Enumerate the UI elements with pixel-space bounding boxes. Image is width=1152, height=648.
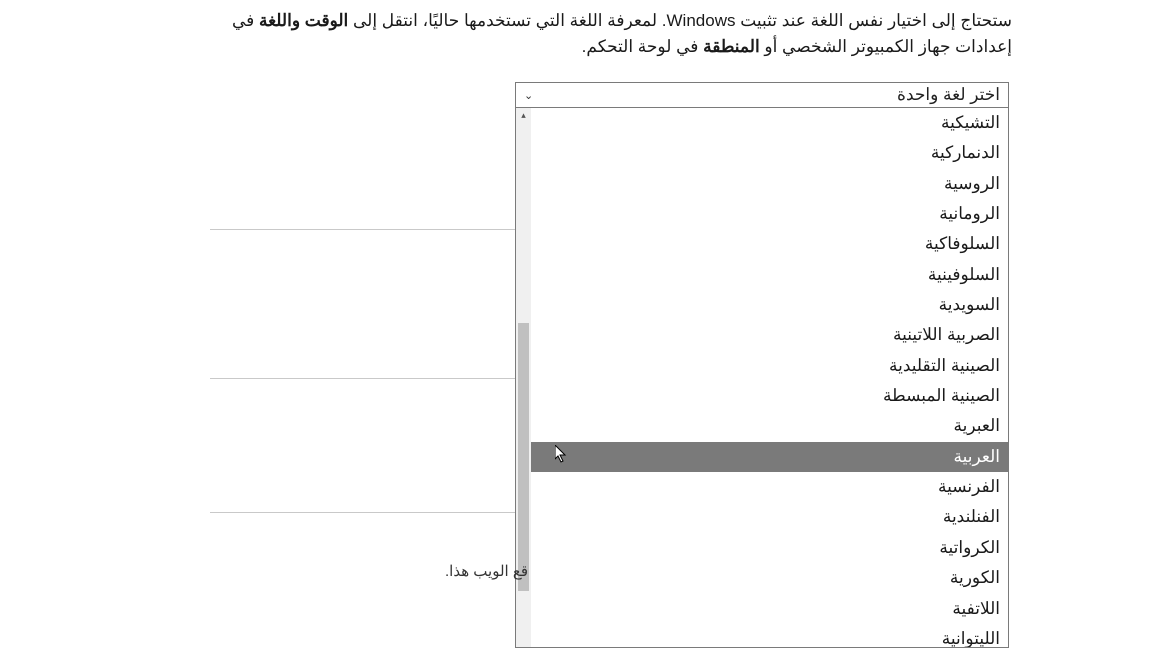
instruction-part1: ستحتاج إلى اختيار نفس اللغة عند تثبيت Wi… [348,11,1012,30]
dropdown-option[interactable]: الفرنسية [531,472,1008,502]
dropdown-option[interactable]: العبرية [531,411,1008,441]
instruction-paragraph: ستحتاج إلى اختيار نفس اللغة عند تثبيت Wi… [210,8,1012,59]
language-dropdown[interactable]: اختر لغة واحدة ⌄ ▴ التشيكيةالدنماركيةالر… [515,82,1009,108]
footer-text-fragment: قع الويب هذا. [445,562,528,580]
dropdown-listbox[interactable]: ▴ التشيكيةالدنماركيةالروسيةالرومانيةالسل… [515,108,1009,648]
dropdown-option[interactable]: السلوفاكية [531,229,1008,259]
dropdown-option[interactable]: التشيكية [531,108,1008,138]
divider-line [210,512,515,513]
dropdown-option[interactable]: الصربية اللاتينية [531,320,1008,350]
cursor-icon [555,445,567,463]
dropdown-option[interactable]: الليتوانية [531,624,1008,648]
scroll-up-icon[interactable]: ▴ [516,108,531,122]
dropdown-option[interactable]: الكورية [531,563,1008,593]
divider-line [210,378,515,379]
instruction-bold-region: المنطقة [703,37,760,56]
instruction-part3: في لوحة التحكم. [582,37,703,56]
dropdown-option[interactable]: الفنلندية [531,502,1008,532]
dropdown-option[interactable]: العربية [531,442,1008,472]
scrollbar-thumb[interactable] [518,323,529,591]
divider-line [210,229,515,230]
dropdown-option[interactable]: السويدية [531,290,1008,320]
dropdown-options-container: التشيكيةالدنماركيةالروسيةالرومانيةالسلوف… [531,108,1008,648]
dropdown-selected-box[interactable]: اختر لغة واحدة ⌄ [515,82,1009,108]
dropdown-option[interactable]: الدنماركية [531,138,1008,168]
dropdown-option[interactable]: السلوفينية [531,260,1008,290]
dropdown-placeholder: اختر لغة واحدة [533,85,1002,105]
dropdown-option[interactable]: الرومانية [531,199,1008,229]
dropdown-option[interactable]: الصينية المبسطة [531,381,1008,411]
dropdown-option[interactable]: اللاتفية [531,594,1008,624]
chevron-down-icon: ⌄ [522,89,533,102]
instruction-bold-time-language: الوقت واللغة [259,11,348,30]
dropdown-option[interactable]: الكرواتية [531,533,1008,563]
dropdown-option[interactable]: الروسية [531,169,1008,199]
dropdown-option[interactable]: الصينية التقليدية [531,351,1008,381]
